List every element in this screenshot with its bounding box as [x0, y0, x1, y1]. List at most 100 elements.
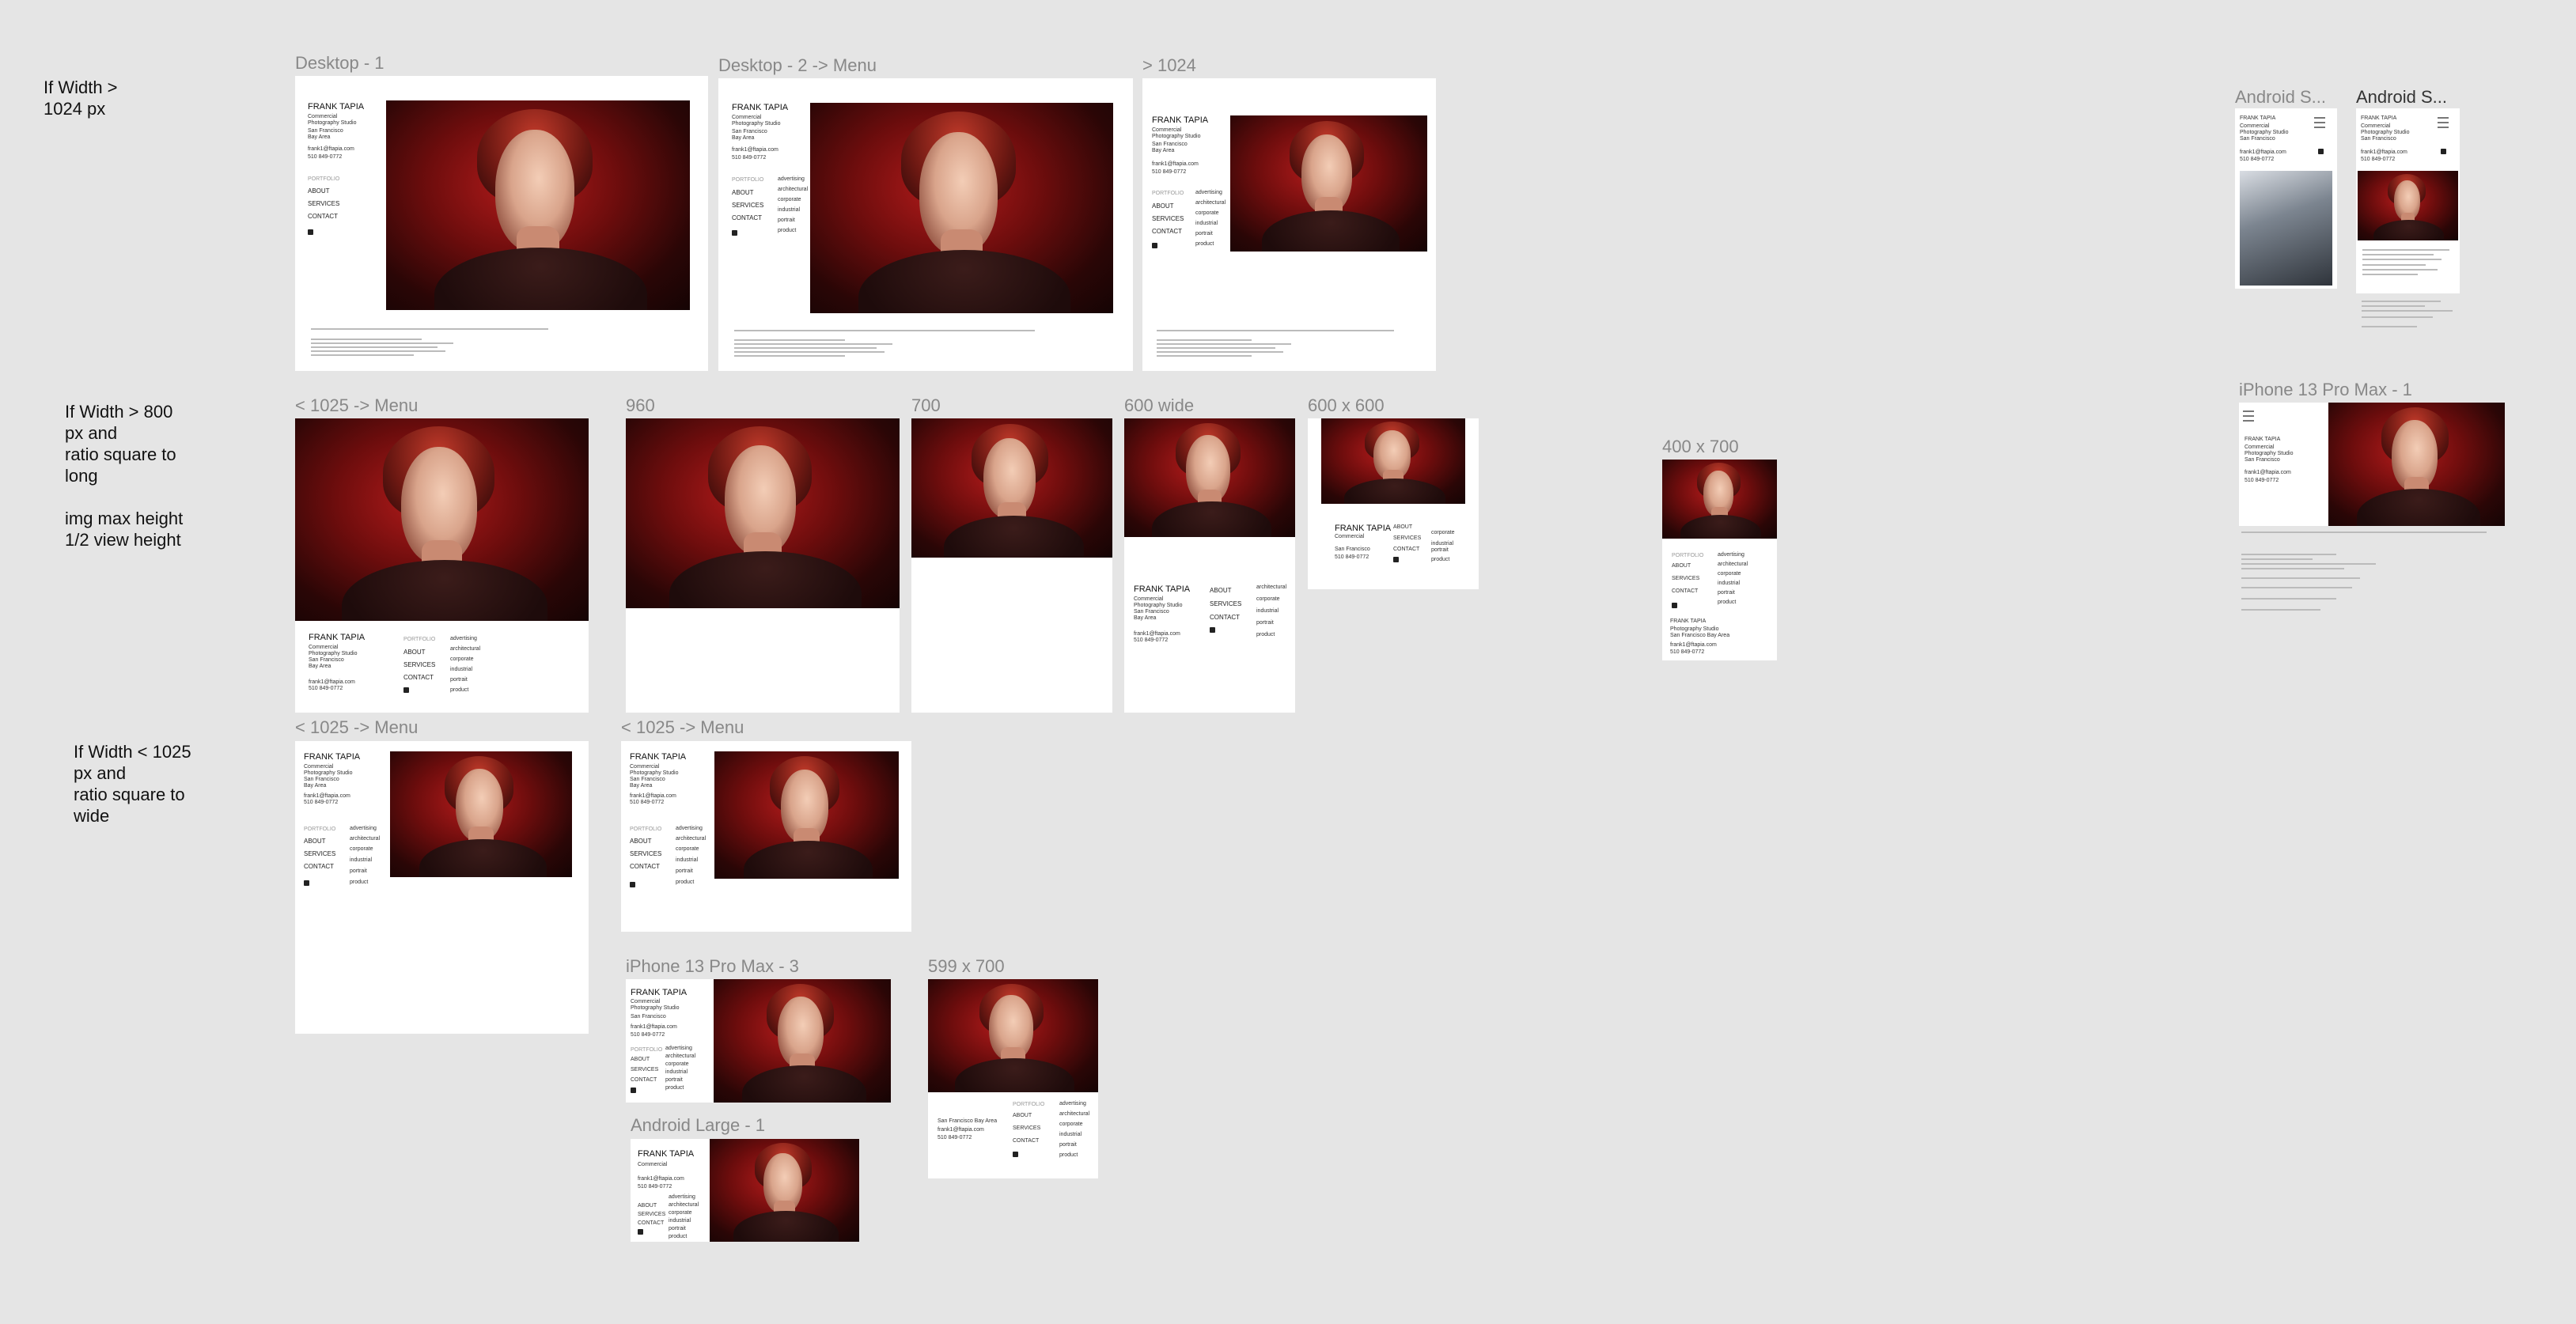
- linkedin-icon[interactable]: [1210, 627, 1215, 633]
- frame-label-960[interactable]: 960: [626, 395, 655, 416]
- frame-android-small-1[interactable]: FRANK TAPIA Commercial Photography Studi…: [2235, 108, 2337, 289]
- frame-lt-1025-a[interactable]: FRANK TAPIA Commercial Photography Studi…: [295, 418, 589, 713]
- category-item[interactable]: architectural: [1256, 584, 1286, 590]
- category-item[interactable]: architectural: [350, 836, 380, 842]
- category-item[interactable]: portrait: [350, 868, 367, 874]
- nav-portfolio[interactable]: PORTFOLIO: [631, 1046, 662, 1054]
- category-item[interactable]: product: [669, 1234, 687, 1239]
- category-item[interactable]: industrial: [1431, 541, 1453, 547]
- nav-contact[interactable]: CONTACT: [638, 1220, 664, 1226]
- site-email[interactable]: frank1@ftapia.com: [308, 146, 354, 153]
- nav-services[interactable]: SERVICES: [638, 1212, 665, 1217]
- nav-about[interactable]: ABOUT: [1672, 563, 1691, 569]
- frame-label-600x600[interactable]: 600 x 600: [1308, 395, 1385, 416]
- nav-about[interactable]: ABOUT: [1210, 587, 1232, 594]
- nav-services[interactable]: SERVICES: [304, 850, 335, 857]
- category-item[interactable]: portrait: [1059, 1142, 1077, 1148]
- nav-services[interactable]: SERVICES: [308, 200, 339, 207]
- nav-contact[interactable]: CONTACT: [308, 213, 338, 220]
- frame-599x700[interactable]: San Francisco Bay Area frank1@ftapia.com…: [928, 979, 1098, 1178]
- nav-contact[interactable]: CONTACT: [1393, 547, 1419, 552]
- category-item[interactable]: advertising: [1059, 1101, 1086, 1106]
- frame-label-lt-1025-a[interactable]: < 1025 -> Menu: [295, 395, 418, 416]
- site-email[interactable]: frank1@ftapia.com: [938, 1126, 984, 1133]
- category-item[interactable]: corporate: [1718, 571, 1741, 577]
- site-email[interactable]: frank1@ftapia.com: [631, 1023, 677, 1031]
- nav-about[interactable]: ABOUT: [630, 838, 652, 845]
- category-item[interactable]: portrait: [450, 677, 468, 683]
- category-item[interactable]: product: [350, 880, 368, 885]
- category-item[interactable]: architectural: [1718, 562, 1748, 567]
- category-item[interactable]: product: [1256, 632, 1275, 637]
- category-item[interactable]: product: [1431, 557, 1449, 562]
- nav-portfolio[interactable]: PORTFOLIO: [1672, 552, 1703, 559]
- linkedin-icon[interactable]: [630, 882, 635, 887]
- frame-iphone-13-pro-max-1[interactable]: FRANK TAPIA Commercial Photography Studi…: [2239, 403, 2505, 526]
- frame-label-599x700[interactable]: 599 x 700: [928, 956, 1005, 977]
- nav-contact[interactable]: CONTACT: [631, 1077, 657, 1083]
- category-item[interactable]: industrial: [1059, 1132, 1082, 1137]
- category-item[interactable]: product: [1195, 241, 1214, 247]
- nav-portfolio[interactable]: PORTFOLIO: [403, 636, 435, 643]
- site-email[interactable]: frank1@ftapia.com: [1152, 161, 1199, 168]
- category-item[interactable]: industrial: [778, 207, 800, 213]
- hamburger-menu-icon[interactable]: [2438, 117, 2449, 128]
- frame-label-android-s-1[interactable]: Android S...: [2235, 87, 2326, 108]
- category-item[interactable]: corporate: [1059, 1122, 1083, 1127]
- category-item[interactable]: portrait: [669, 1226, 686, 1231]
- nav-services[interactable]: SERVICES: [732, 202, 763, 209]
- frame-960[interactable]: [626, 418, 900, 713]
- nav-services[interactable]: SERVICES: [1672, 576, 1699, 581]
- category-item[interactable]: portrait: [1431, 547, 1449, 553]
- category-item[interactable]: portrait: [676, 868, 693, 874]
- category-item[interactable]: industrial: [1195, 221, 1218, 226]
- nav-portfolio[interactable]: PORTFOLIO: [308, 176, 339, 183]
- category-item[interactable]: architectural: [1059, 1111, 1089, 1117]
- nav-contact[interactable]: CONTACT: [1152, 228, 1182, 235]
- site-email[interactable]: frank1@ftapia.com: [2245, 469, 2291, 476]
- nav-contact[interactable]: CONTACT: [304, 863, 334, 870]
- linkedin-icon[interactable]: [1152, 243, 1157, 248]
- site-email[interactable]: frank1@ftapia.com: [638, 1175, 684, 1182]
- category-item[interactable]: architectural: [665, 1054, 695, 1059]
- frame-label-iphone-1[interactable]: iPhone 13 Pro Max - 1: [2239, 380, 2412, 400]
- frame-desktop-2[interactable]: FRANK TAPIA Commercial Photography Studi…: [718, 78, 1133, 371]
- nav-about[interactable]: ABOUT: [638, 1203, 657, 1209]
- frame-label-lt-1025-b[interactable]: < 1025 -> Menu: [295, 717, 418, 738]
- nav-services[interactable]: SERVICES: [1013, 1125, 1040, 1131]
- category-item[interactable]: industrial: [450, 667, 472, 672]
- category-item[interactable]: portrait: [1195, 231, 1213, 236]
- category-item[interactable]: industrial: [1718, 581, 1740, 586]
- linkedin-icon[interactable]: [403, 687, 409, 693]
- nav-portfolio[interactable]: PORTFOLIO: [732, 176, 763, 183]
- frame-label-android-large[interactable]: Android Large - 1: [631, 1115, 765, 1136]
- category-item[interactable]: corporate: [669, 1210, 692, 1216]
- category-item[interactable]: corporate: [778, 197, 801, 202]
- category-item[interactable]: corporate: [1195, 210, 1219, 216]
- category-item[interactable]: architectural: [669, 1202, 699, 1208]
- nav-services[interactable]: SERVICES: [630, 850, 661, 857]
- category-item[interactable]: product: [1718, 600, 1736, 605]
- nav-services[interactable]: SERVICES: [403, 661, 435, 668]
- category-item[interactable]: architectural: [676, 836, 706, 842]
- category-item[interactable]: advertising: [1718, 552, 1744, 558]
- linkedin-icon[interactable]: [631, 1088, 636, 1093]
- category-item[interactable]: product: [778, 228, 796, 233]
- category-item[interactable]: industrial: [350, 857, 372, 863]
- frame-label-400x700[interactable]: 400 x 700: [1662, 437, 1739, 457]
- nav-portfolio[interactable]: PORTFOLIO: [304, 826, 335, 833]
- nav-contact[interactable]: CONTACT: [1013, 1138, 1039, 1144]
- category-item[interactable]: corporate: [665, 1061, 689, 1067]
- category-item[interactable]: industrial: [676, 857, 698, 863]
- category-item[interactable]: product: [1059, 1152, 1078, 1158]
- category-item[interactable]: corporate: [1256, 596, 1280, 602]
- category-item[interactable]: corporate: [450, 656, 474, 662]
- frame-desktop-1[interactable]: FRANK TAPIA Commercial Photography Studi…: [295, 76, 708, 371]
- nav-about[interactable]: ABOUT: [1393, 524, 1412, 530]
- category-item[interactable]: product: [665, 1085, 684, 1091]
- category-item[interactable]: advertising: [665, 1046, 692, 1051]
- category-item[interactable]: architectural: [450, 646, 480, 652]
- frame-600-wide[interactable]: FRANK TAPIA Commercial Photography Studi…: [1124, 418, 1295, 713]
- frame-label-desktop-2[interactable]: Desktop - 2 -> Menu: [718, 55, 877, 76]
- nav-services[interactable]: SERVICES: [1152, 215, 1184, 222]
